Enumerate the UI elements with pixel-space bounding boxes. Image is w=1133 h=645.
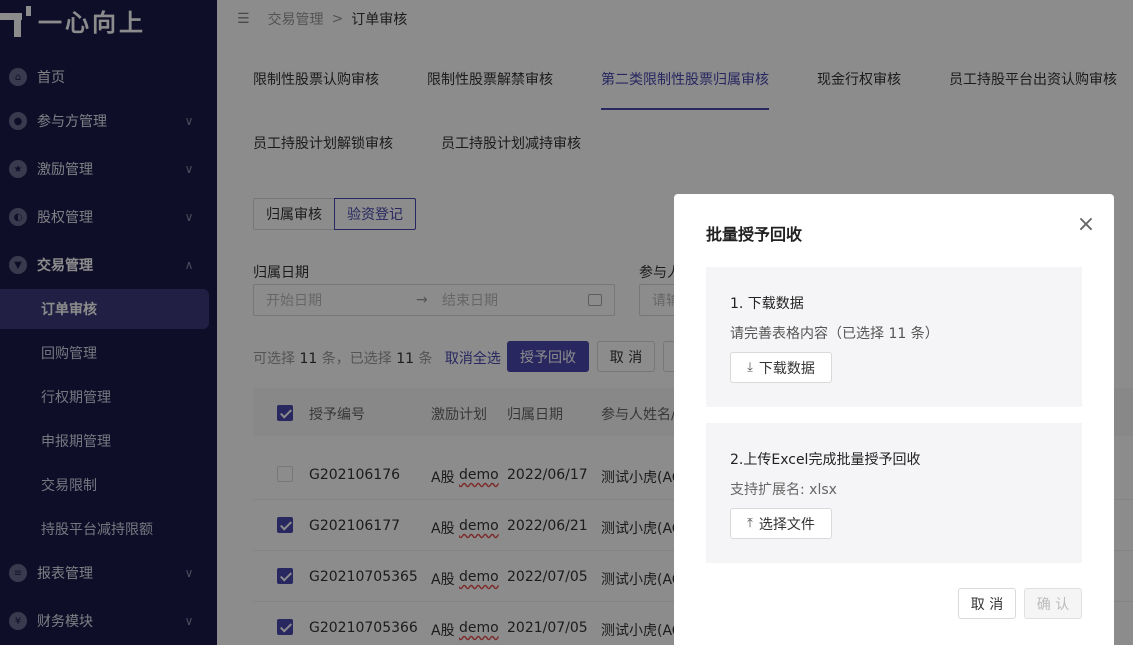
download-step-panel: 1. 下载数据 请完善表格内容（已选择 11 条） ⤓ 下载数据 — [706, 267, 1082, 407]
choose-file-button[interactable]: ⤒ 选择文件 — [730, 508, 832, 539]
download-data-button[interactable]: ⤓ 下载数据 — [730, 352, 832, 383]
download-icon: ⤓ — [747, 360, 753, 375]
choose-file-label: 选择文件 — [758, 516, 815, 533]
upload-icon: ⤒ — [747, 516, 753, 531]
upload-step-title: 2.上传Excel完成批量授予回收 — [730, 452, 921, 468]
download-data-label: 下载数据 — [758, 360, 815, 377]
batch-grant-recall-modal: 批量授予回收 × 1. 下载数据 请完善表格内容（已选择 11 条） ⤓ 下载数… — [674, 194, 1114, 645]
download-step-title: 1. 下载数据 — [730, 296, 804, 312]
modal-cancel-button[interactable]: 取 消 — [958, 588, 1016, 619]
upload-step-panel: 2.上传Excel完成批量授予回收 支持扩展名: xlsx ⤒ 选择文件 — [706, 423, 1082, 563]
modal-confirm-button[interactable]: 确 认 — [1024, 588, 1082, 619]
download-step-hint: 请完善表格内容（已选择 11 条） — [730, 326, 939, 342]
close-icon[interactable]: × — [1074, 212, 1098, 237]
upload-step-hint: 支持扩展名: xlsx — [730, 482, 837, 498]
modal-title: 批量授予回收 — [706, 225, 803, 244]
